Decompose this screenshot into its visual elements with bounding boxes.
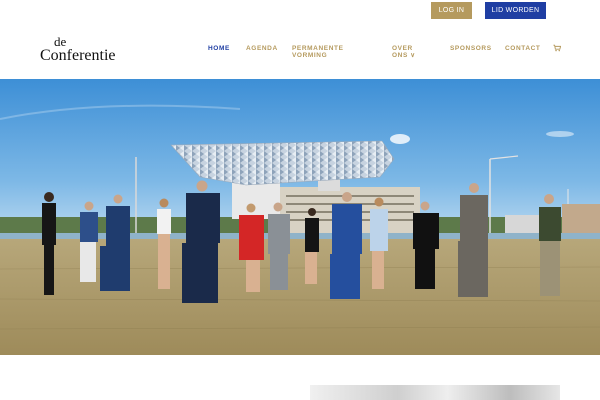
section-image [310,385,560,400]
nav-home[interactable]: HOME [208,45,230,52]
login-button[interactable]: LOG IN [431,2,472,19]
nav-sponsors[interactable]: SPONSORS [450,45,492,52]
nav-home-label: HOME [208,45,230,52]
nav-agenda[interactable]: AGENDA [246,45,278,52]
nav-ons-label: ONS ∨ [392,52,416,59]
nav-agenda-label: AGENDA [246,45,278,52]
logo[interactable]: de Conferentie [40,35,140,64]
nav-vorming-label: VORMING [292,52,328,59]
nav-permanente-label: PERMANENTE [292,45,344,52]
nav-contact[interactable]: CONTACT [505,45,541,52]
logo-line-2: Conferentie [40,47,116,64]
nav-permanente-vorming[interactable]: PERMANENTE VORMING [292,45,344,59]
cart-icon[interactable] [553,44,561,52]
nav-over-ons[interactable]: OVER ONS ∨ [392,45,416,59]
nav-sponsors-label: SPONSORS [450,45,492,52]
nav-contact-label: CONTACT [505,45,541,52]
nav-over-label: OVER [392,45,413,52]
become-member-button[interactable]: LID WORDEN [485,2,546,19]
hero-image [0,79,600,355]
